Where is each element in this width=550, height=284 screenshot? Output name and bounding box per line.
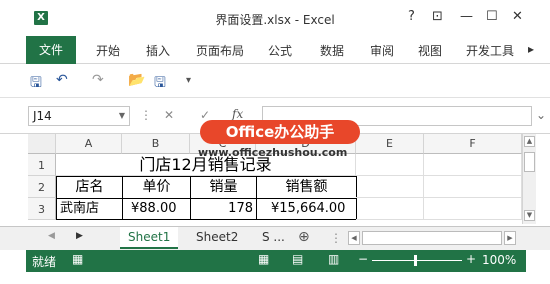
scroll-down-icon[interactable]: ▼ bbox=[524, 210, 535, 221]
split-handle-icon[interactable]: ⋮ bbox=[330, 231, 342, 245]
zoom-level[interactable]: 100% bbox=[482, 253, 516, 267]
tab-formulas[interactable]: 公式 bbox=[268, 42, 292, 59]
page-break-view-icon[interactable]: ▥ bbox=[328, 252, 339, 266]
column-header-b[interactable]: B bbox=[122, 134, 190, 154]
close-button[interactable]: ✕ bbox=[512, 9, 523, 24]
cell-qty[interactable]: 178 bbox=[190, 198, 257, 220]
watermark-url: www.officezhushou.com bbox=[198, 146, 348, 159]
undo-icon[interactable]: ↶ bbox=[56, 72, 68, 88]
cancel-icon[interactable]: ✕ bbox=[164, 108, 174, 122]
cell-e3[interactable] bbox=[356, 198, 424, 220]
row-header-1[interactable]: 1 bbox=[28, 154, 56, 176]
scroll-thumb[interactable] bbox=[524, 152, 535, 172]
ribbon-tabs: 文件 开始 插入 页面布局 公式 数据 审阅 视图 开发工具 ▸ bbox=[0, 36, 550, 64]
tab-review[interactable]: 审阅 bbox=[370, 42, 394, 59]
sheet-tab-more[interactable]: S ... bbox=[254, 227, 293, 249]
tab-view[interactable]: 视图 bbox=[418, 42, 442, 59]
row-header-3[interactable]: 3 bbox=[28, 198, 56, 220]
tab-home[interactable]: 开始 bbox=[96, 42, 120, 59]
horizontal-scrollbar[interactable] bbox=[362, 231, 502, 245]
open-folder-icon[interactable]: 📂 bbox=[128, 72, 145, 88]
cell-header-store[interactable]: 店名 bbox=[56, 176, 123, 199]
cell-e1[interactable] bbox=[356, 154, 424, 176]
vertical-scrollbar[interactable]: ▲ ▼ bbox=[522, 134, 536, 224]
name-box-value: J14 bbox=[33, 109, 52, 123]
ribbon-more-icon[interactable]: ▸ bbox=[528, 42, 534, 56]
scroll-up-icon[interactable]: ▲ bbox=[524, 136, 535, 147]
cell-header-qty[interactable]: 销量 bbox=[190, 176, 257, 199]
save-icon[interactable]: 🖫 bbox=[30, 72, 42, 96]
minimize-button[interactable]: — bbox=[460, 9, 473, 24]
tab-data[interactable]: 数据 bbox=[320, 42, 344, 59]
add-sheet-icon[interactable]: ⊕ bbox=[298, 229, 310, 245]
cell-e2[interactable] bbox=[356, 176, 424, 198]
customize-qat-icon[interactable]: ▾ bbox=[186, 75, 191, 86]
status-ready: 就绪 bbox=[32, 255, 57, 269]
zoom-out-button[interactable]: − bbox=[358, 252, 368, 266]
zoom-in-button[interactable]: + bbox=[466, 252, 476, 266]
sheet-tab-sheet1[interactable]: Sheet1 bbox=[120, 227, 179, 249]
quick-access-toolbar: 🖫 ↶ ↷ 📂 🖫 ▾ bbox=[0, 64, 550, 98]
watermark-logo: Office办公助手 bbox=[200, 120, 360, 144]
ribbon-display-button[interactable]: ⊡ bbox=[432, 9, 443, 24]
sheet-tab-bar: ◀ ▶ Sheet1 Sheet2 S ... ⊕ ⋮ ◀ ▶ bbox=[0, 226, 550, 250]
status-bar: 就绪 ▦ ▦ ▤ ▥ − + 100% bbox=[26, 250, 526, 272]
select-all-corner[interactable] bbox=[28, 134, 56, 154]
tab-insert[interactable]: 插入 bbox=[146, 42, 170, 59]
next-sheet-icon[interactable]: ▶ bbox=[76, 231, 83, 241]
tab-page-layout[interactable]: 页面布局 bbox=[196, 42, 244, 59]
name-box[interactable]: J14 ▼ bbox=[28, 106, 130, 126]
zoom-slider-track[interactable] bbox=[372, 260, 462, 261]
insert-function-icon[interactable]: fx bbox=[232, 107, 243, 121]
cell-f2[interactable] bbox=[424, 176, 522, 198]
maximize-button[interactable]: ☐ bbox=[486, 9, 498, 24]
print-icon[interactable]: 🖫 bbox=[154, 72, 166, 96]
normal-view-icon[interactable]: ▦ bbox=[258, 252, 269, 266]
macro-record-icon[interactable]: ▦ bbox=[72, 252, 83, 266]
hscroll-right-icon[interactable]: ▶ bbox=[504, 231, 516, 245]
zoom-slider-thumb[interactable] bbox=[414, 255, 417, 266]
tab-file[interactable]: 文件 bbox=[26, 36, 76, 64]
cell-f3[interactable] bbox=[424, 198, 522, 220]
row-header-2[interactable]: 2 bbox=[28, 176, 56, 198]
expand-formula-icon[interactable]: ⌄ bbox=[536, 108, 546, 122]
drag-handle-icon[interactable]: ⋮ bbox=[140, 108, 152, 122]
cell-header-amount[interactable]: 销售额 bbox=[256, 176, 357, 199]
column-header-f[interactable]: F bbox=[424, 134, 522, 154]
cell-price[interactable]: ¥88.00 bbox=[122, 198, 191, 220]
tab-developer[interactable]: 开发工具 bbox=[466, 42, 514, 59]
redo-icon[interactable]: ↷ bbox=[92, 72, 104, 88]
hscroll-left-icon[interactable]: ◀ bbox=[348, 231, 360, 245]
page-layout-view-icon[interactable]: ▤ bbox=[292, 252, 303, 266]
cell-f1[interactable] bbox=[424, 154, 522, 176]
chevron-down-icon[interactable]: ▼ bbox=[119, 107, 125, 125]
sheet-tab-sheet2[interactable]: Sheet2 bbox=[188, 227, 246, 249]
column-header-a[interactable]: A bbox=[56, 134, 122, 154]
help-button[interactable]: ? bbox=[408, 9, 415, 24]
cell-store[interactable]: 武南店 bbox=[56, 198, 123, 220]
column-header-e[interactable]: E bbox=[356, 134, 424, 154]
cell-header-price[interactable]: 单价 bbox=[122, 176, 191, 199]
title-bar: X 界面设置.xlsx - Excel ? ⊡ — ☐ ✕ bbox=[0, 0, 550, 36]
prev-sheet-icon[interactable]: ◀ bbox=[48, 231, 55, 241]
cell-amount[interactable]: ¥15,664.00 bbox=[256, 198, 357, 220]
